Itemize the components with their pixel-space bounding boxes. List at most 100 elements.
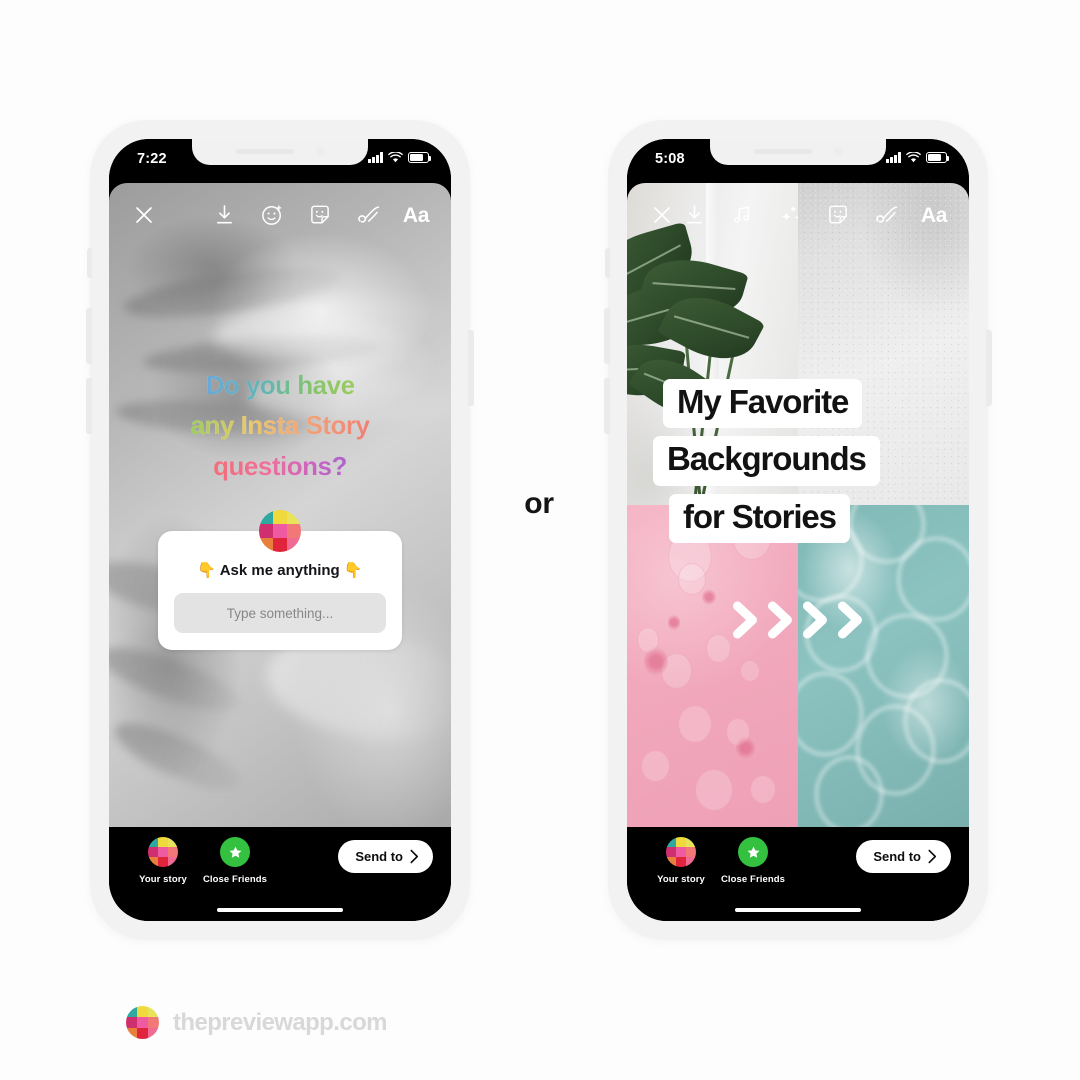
wifi-icon <box>906 152 921 163</box>
or-divider-label: or <box>524 487 554 520</box>
battery-icon <box>926 152 950 163</box>
chevron-3 <box>803 601 827 639</box>
send-to-label: Send to <box>355 849 403 864</box>
question-answer-input[interactable]: Type something... <box>174 593 386 633</box>
preview-grid-logo-icon <box>259 510 301 552</box>
chevron-1 <box>733 601 757 639</box>
download-icon[interactable] <box>679 200 709 230</box>
status-indicators <box>886 152 950 163</box>
story-background-palm-shadow <box>109 183 451 827</box>
front-camera <box>315 147 325 156</box>
text-sticker-line-2: Backgrounds <box>653 436 880 486</box>
question-prompt: 👇 Ask me anything 👇 <box>197 562 363 579</box>
draw-squiggle-icon[interactable] <box>353 200 383 230</box>
poster-canvas: 7:22 Aa Do you have any Insta Story ques… <box>0 0 1080 1080</box>
grid-logo-cells <box>259 510 301 552</box>
close-friends-label: Close Friends <box>720 874 786 885</box>
cellular-bars-icon <box>886 152 901 163</box>
text-sticker-line-3: questions? <box>200 447 360 487</box>
mute-switch[interactable] <box>87 248 92 278</box>
share-close-friends[interactable]: Close Friends <box>199 837 271 885</box>
quadrant-pink-bubbles <box>627 505 798 827</box>
text-sticker-right[interactable]: My Favorite Backgrounds for Stories <box>627 379 969 543</box>
battery-icon <box>408 152 432 163</box>
home-indicator <box>217 907 343 912</box>
chevron-2 <box>768 601 792 639</box>
preview-grid-logo-icon <box>148 837 178 867</box>
share-close-friends[interactable]: Close Friends <box>717 837 789 885</box>
status-bar: 7:22 <box>109 139 451 183</box>
mute-switch[interactable] <box>605 248 610 278</box>
wifi-icon <box>388 152 403 163</box>
close-friends-label: Close Friends <box>202 874 268 885</box>
green-star-icon <box>738 837 768 867</box>
close-x-icon[interactable] <box>647 200 677 230</box>
volume-down-button[interactable] <box>86 378 92 434</box>
text-sticker-line-1: Do you have <box>192 366 367 406</box>
earpiece-speaker <box>753 149 812 154</box>
chevron-right-icon <box>410 849 419 864</box>
volume-up-button[interactable] <box>604 308 610 364</box>
device-notch <box>710 139 886 165</box>
story-canvas-right: Aa My Favorite Backgrounds for Stories <box>627 183 969 827</box>
story-tools-left: Aa <box>209 200 431 230</box>
volume-down-button[interactable] <box>604 378 610 434</box>
story-toolbar-left: Aa <box>109 183 451 247</box>
text-aa-icon[interactable]: Aa <box>919 200 949 230</box>
send-to-button[interactable]: Send to <box>856 840 951 873</box>
brand-url: thepreviewapp.com <box>173 1008 387 1036</box>
your-story-label: Your story <box>139 874 187 885</box>
story-canvas-left: Aa Do you have any Insta Story questions… <box>109 183 451 827</box>
quadrant-teal-water <box>798 505 969 827</box>
effects-smiley-icon[interactable] <box>257 200 287 230</box>
sticker-icon[interactable] <box>305 200 335 230</box>
device-notch <box>192 139 368 165</box>
sticker-icon[interactable] <box>823 200 853 230</box>
share-bar-right: Your story Close Friends Send to <box>627 827 969 921</box>
share-your-story[interactable]: Your story <box>645 837 717 885</box>
phone-mockup-right: 5:08 Aa My Favorite Backgrounds for Stor… <box>604 120 992 940</box>
text-sticker-line-3: for Stories <box>669 493 850 543</box>
send-to-button[interactable]: Send to <box>338 840 433 873</box>
status-time: 7:22 <box>137 151 167 167</box>
download-icon[interactable] <box>209 200 239 230</box>
phone-screen-right: 5:08 Aa My Favorite Backgrounds for Stor… <box>627 139 969 921</box>
question-sticker[interactable]: 👇 Ask me anything 👇 Type something... <box>158 510 402 650</box>
your-story-label: Your story <box>657 874 705 885</box>
power-button[interactable] <box>986 330 992 406</box>
earpiece-speaker <box>235 149 294 154</box>
chevron-right-icon <box>928 849 937 864</box>
phone-screen-left: 7:22 Aa Do you have any Insta Story ques… <box>109 139 451 921</box>
text-line-3: questions? <box>213 450 347 481</box>
power-button[interactable] <box>468 330 474 406</box>
preview-grid-logo-icon <box>666 837 696 867</box>
double-chevron-right-icon <box>729 598 868 642</box>
chevron-4 <box>838 601 862 639</box>
share-your-story[interactable]: Your story <box>127 837 199 885</box>
story-tools-right: Aa <box>679 200 949 230</box>
text-sticker-left[interactable]: Do you have any Insta Story questions? <box>178 366 383 487</box>
status-time: 5:08 <box>655 151 685 167</box>
story-toolbar-right: Aa <box>627 183 969 247</box>
status-indicators <box>368 152 432 163</box>
status-bar: 5:08 <box>627 139 969 183</box>
share-bar-left: Your story Close Friends Send to <box>109 827 451 921</box>
send-to-label: Send to <box>873 849 921 864</box>
text-aa-icon[interactable]: Aa <box>401 200 431 230</box>
green-star-icon <box>220 837 250 867</box>
home-indicator <box>735 907 861 912</box>
preview-grid-logo-icon <box>126 1006 159 1039</box>
cellular-bars-icon <box>368 152 383 163</box>
volume-up-button[interactable] <box>86 308 92 364</box>
draw-squiggle-icon[interactable] <box>871 200 901 230</box>
text-sticker-line-1: My Favorite <box>663 379 863 429</box>
text-sticker-line-2: any Insta Story <box>178 406 383 446</box>
sparkles-icon[interactable] <box>775 200 805 230</box>
music-note-icon[interactable] <box>727 200 757 230</box>
text-line-1: Do you have <box>205 370 355 400</box>
footer-branding: thepreviewapp.com <box>126 1006 387 1039</box>
phone-mockup-left: 7:22 Aa Do you have any Insta Story ques… <box>86 120 474 940</box>
front-camera <box>833 147 843 156</box>
close-x-icon[interactable] <box>129 200 159 230</box>
text-line-2: any Insta Story <box>190 410 370 441</box>
